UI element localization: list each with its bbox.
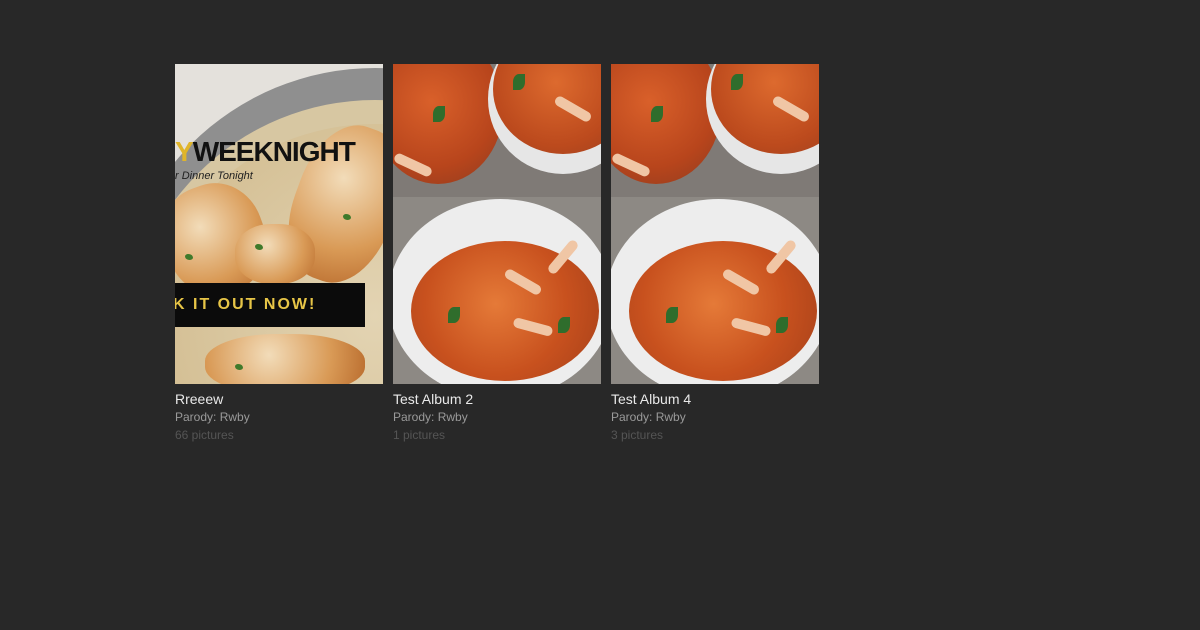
album-card-test-album-4[interactable]: Test Album 4 Parody: Rwby 3 pictures: [611, 64, 819, 443]
album-title[interactable]: Rreeew: [175, 391, 383, 408]
album-parody: Parody: Rwby: [611, 410, 686, 424]
album-picture-count: 1 pictures: [393, 428, 446, 442]
album-picture-count: 3 pictures: [611, 428, 664, 442]
thumbnail-headline: YWEEKNIGHT: [175, 136, 356, 167]
album-parody: Parody: Rwby: [393, 410, 468, 424]
album-picture-count: 66 pictures: [175, 428, 234, 442]
thumbnail-banner: K IT OUT NOW!: [175, 283, 365, 327]
album-thumbnail[interactable]: [611, 64, 819, 384]
album-thumbnail[interactable]: YWEEKNIGHT r Dinner Tonight K IT OUT NOW…: [175, 64, 383, 384]
album-title[interactable]: Test Album 4: [611, 391, 819, 408]
album-title[interactable]: Test Album 2: [393, 391, 601, 408]
album-card-test-album-2[interactable]: Test Album 2 Parody: Rwby 1 pictures: [393, 64, 601, 443]
album-thumbnail[interactable]: [393, 64, 601, 384]
album-card-rreeew[interactable]: YWEEKNIGHT r Dinner Tonight K IT OUT NOW…: [175, 64, 383, 443]
album-grid: YWEEKNIGHT r Dinner Tonight K IT OUT NOW…: [175, 64, 819, 443]
album-parody: Parody: Rwby: [175, 410, 250, 424]
thumbnail-subline: r Dinner Tonight: [175, 170, 253, 182]
